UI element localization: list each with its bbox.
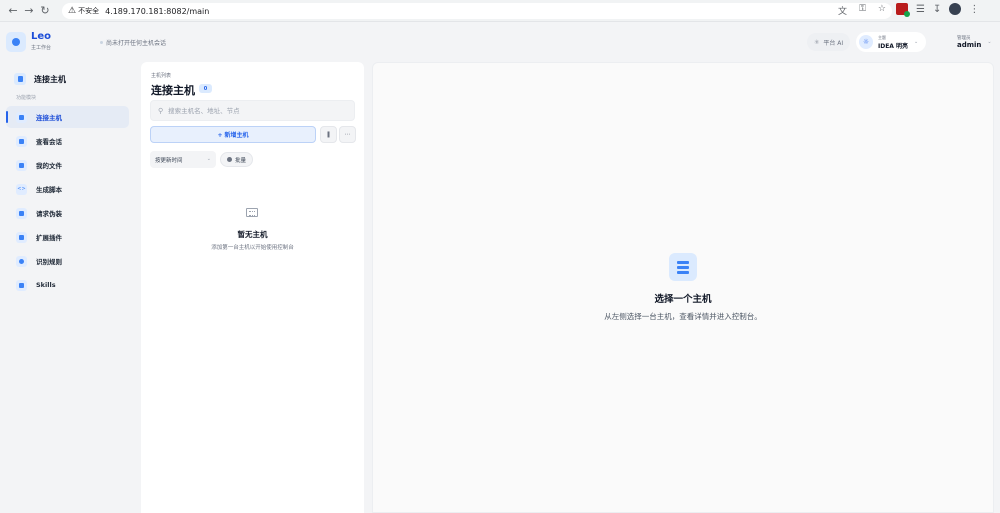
search-input[interactable]: [168, 106, 349, 115]
logo-icon: [6, 32, 26, 52]
translate-icon[interactable]: 文: [838, 4, 847, 17]
browser-toolbar: ← → ↻ ⚠ 不安全 4.189.170.181:8082/main 文 ⚿ …: [0, 0, 1000, 22]
extension-icon[interactable]: [896, 3, 910, 17]
user-menu[interactable]: 管理员 admin ⌄: [935, 32, 995, 52]
main-empty-description: 从左侧选择一台主机，查看详情并进入控制台。: [604, 312, 762, 321]
chevron-down-icon: ⌄: [987, 39, 992, 45]
sidebar-item-scripts[interactable]: <> 生成脚本: [6, 178, 129, 200]
code-icon: <>: [16, 183, 27, 195]
gear-icon: [16, 255, 27, 267]
panel-title: 连接主机: [151, 84, 195, 97]
sidebar-item-files[interactable]: 我的文件: [6, 154, 129, 176]
cloud-icon: [16, 135, 27, 147]
sidebar-item-disguise[interactable]: 请求伪装: [6, 202, 129, 224]
puzzle-icon: [16, 231, 27, 243]
server-icon: [14, 73, 26, 85]
session-status: 尚未打开任何主机会话: [100, 38, 166, 47]
sidebar-item-skills[interactable]: Skills: [6, 274, 129, 296]
sun-icon: ☼: [859, 35, 873, 49]
brand-name: Leo: [31, 31, 52, 42]
empty-keyboard-icon: [246, 208, 258, 217]
monitor-icon: [16, 207, 27, 219]
columns-icon: ❚: [325, 131, 332, 138]
robot-icon: ⚛: [814, 38, 820, 46]
sort-select[interactable]: 按更新时间 ⌄: [150, 151, 216, 168]
chevron-down-icon: ⌄: [206, 156, 211, 162]
warning-icon: ⚠: [68, 6, 77, 16]
theme-switcher[interactable]: ☼ 主题 IDEA 明亮 ⌄: [856, 32, 926, 52]
ellipsis-icon: ⋯: [344, 131, 351, 138]
sidebar-section-label: 功能模块: [16, 95, 37, 101]
sidebar: 连接主机 功能模块 连接主机 查看会话 我的文件 <> 生成脚本 请求伪装 扩展…: [0, 62, 136, 513]
download-icon[interactable]: ↧: [933, 4, 941, 15]
add-host-button[interactable]: + 新增主机: [150, 126, 316, 143]
avatar: [935, 38, 943, 46]
sidebar-item-sessions[interactable]: 查看会话: [6, 130, 129, 152]
panel-subtitle: 主机列表: [151, 73, 172, 79]
key-icon[interactable]: ⚿: [859, 4, 866, 17]
url-text[interactable]: 4.189.170.181:8082/main: [105, 7, 209, 16]
extensions-puzzle-icon[interactable]: ☰: [916, 4, 925, 15]
sidebar-item-rules[interactable]: 识别规则: [6, 250, 129, 272]
sidebar-item-plugins[interactable]: 扩展插件: [6, 226, 129, 248]
status-dot-icon: [100, 41, 103, 44]
more-menu-icon[interactable]: ⋮: [969, 4, 979, 15]
reload-icon[interactable]: ↻: [37, 3, 53, 19]
address-bar[interactable]: ⚠ 不安全 4.189.170.181:8082/main 文 ⚿ ☆: [62, 3, 892, 19]
security-warning[interactable]: ⚠ 不安全: [68, 6, 99, 16]
sidebar-title: 连接主机: [34, 74, 66, 84]
app-header: Leo 主工作台 尚未打开任何主机会话 ⚛ 平台 AI ☼ 主题 IDEA 明亮…: [0, 22, 1000, 62]
back-icon[interactable]: ←: [5, 3, 21, 19]
main-panel: 选择一个主机 从左侧选择一台主机，查看详情并进入控制台。: [372, 62, 994, 513]
layout-toggle-button[interactable]: ❚: [320, 126, 337, 143]
batch-icon: [227, 157, 232, 162]
more-options-button[interactable]: ⋯: [339, 126, 356, 143]
empty-state-title: 暂无主机: [237, 230, 268, 239]
main-empty-title: 选择一个主机: [654, 294, 712, 305]
host-list-panel: 主机列表 连接主机 0 ⚲ + 新增主机 ❚ ⋯ 按更新时间 ⌄ 批量 暂无主机…: [141, 62, 364, 513]
sidebar-header: 连接主机: [14, 73, 66, 85]
profile-avatar[interactable]: [949, 3, 962, 15]
server-icon: [16, 111, 27, 123]
empty-state-description: 添加第一台主机以开始使用控制台: [211, 245, 294, 251]
star-icon[interactable]: ☆: [878, 4, 886, 17]
platform-ai-button[interactable]: ⚛ 平台 AI: [807, 33, 851, 51]
folder-icon: [16, 159, 27, 171]
book-icon: [16, 279, 27, 291]
chevron-down-icon: ⌄: [914, 39, 919, 45]
batch-button[interactable]: 批量: [220, 152, 254, 167]
server-stack-icon: [669, 253, 697, 281]
search-box: ⚲: [150, 100, 355, 121]
search-icon: ⚲: [158, 106, 164, 115]
host-count-badge: 0: [199, 84, 212, 93]
sidebar-item-hosts[interactable]: 连接主机: [6, 106, 129, 128]
forward-icon[interactable]: →: [21, 3, 37, 19]
brand-subtitle: 主工作台: [31, 45, 52, 51]
